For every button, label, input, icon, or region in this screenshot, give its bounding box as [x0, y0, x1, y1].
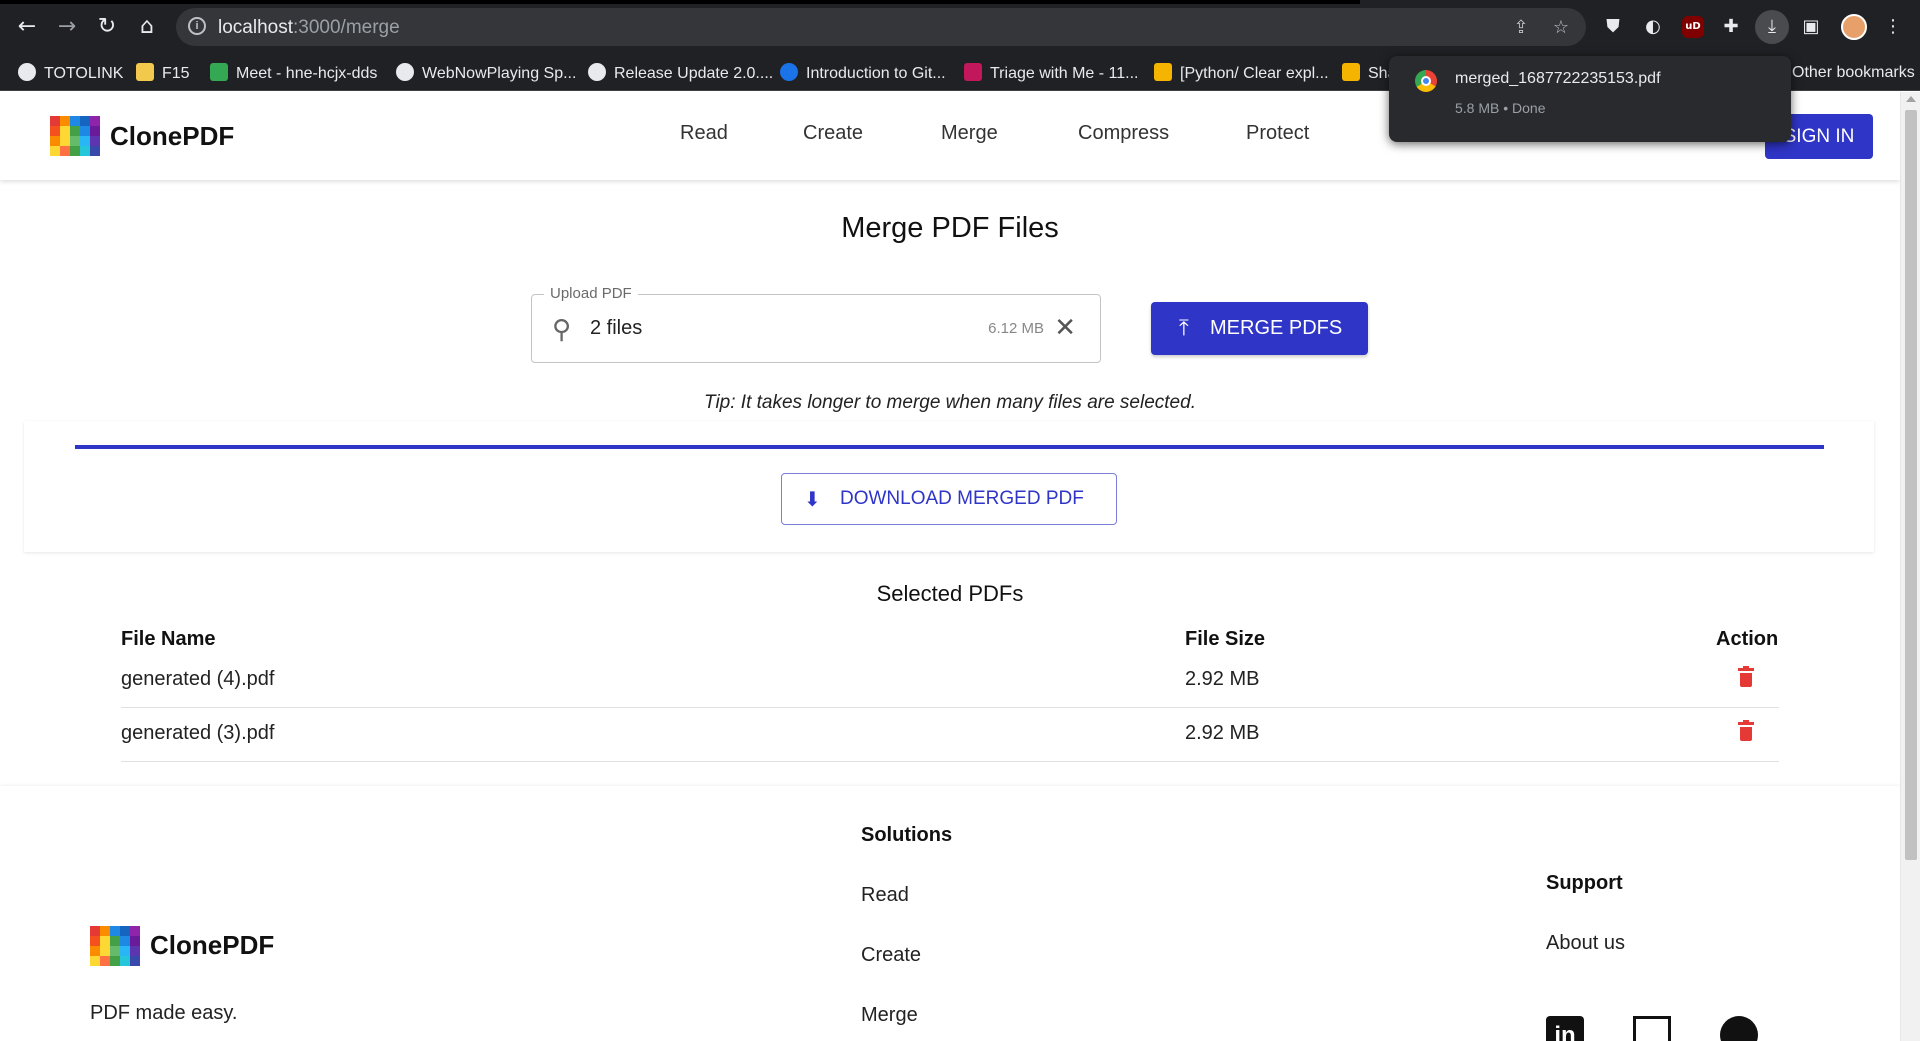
- footer-link-create[interactable]: Create: [861, 944, 921, 967]
- c-logo-icon: [780, 63, 798, 81]
- site-footer: ClonePDF PDF made easy. Solutions Read C…: [0, 786, 1900, 1041]
- web-page: ClonePDF Read Create Merge Compress Prot…: [0, 92, 1920, 1041]
- bookmark-item[interactable]: TOTOLINK: [18, 63, 123, 83]
- globe-icon: [18, 63, 36, 81]
- lightning-icon: [1154, 63, 1172, 81]
- logo-icon[interactable]: [50, 116, 100, 156]
- footer-brand: ClonePDF: [150, 930, 275, 960]
- mail-icon[interactable]: [1633, 1016, 1671, 1041]
- upload-label: Upload PDF: [544, 285, 638, 302]
- trash-icon[interactable]: [1738, 720, 1754, 744]
- bookmark-item[interactable]: Introduction to Git...: [780, 63, 946, 83]
- download-icon[interactable]: ⤓: [1755, 10, 1789, 44]
- nav-merge[interactable]: Merge: [941, 122, 998, 145]
- page-title: Merge PDF Files: [841, 212, 1059, 244]
- translate-extension-icon[interactable]: ◐: [1640, 14, 1666, 40]
- url-text: localhost:3000/merge: [218, 17, 400, 38]
- scroll-up-arrow-icon[interactable]: [1906, 96, 1916, 102]
- bookmark-item[interactable]: WebNowPlaying Sp...: [396, 63, 576, 83]
- upload-size: 6.12 MB: [988, 320, 1044, 337]
- extensions-puzzle-icon[interactable]: ✚: [1718, 14, 1744, 40]
- file-size-cell: 2.92 MB: [1185, 722, 1260, 744]
- reload-icon[interactable]: ↻: [92, 12, 122, 42]
- column-header-action: Action: [1716, 628, 1779, 650]
- merge-tip: Tip: It takes longer to merge when many …: [704, 392, 1196, 413]
- site-info-icon[interactable]: i: [188, 17, 206, 35]
- merge-button-label: MERGE PDFS: [1210, 317, 1343, 339]
- chrome-file-icon: [1415, 70, 1437, 92]
- merge-pdfs-button[interactable]: ⤒ MERGE PDFS: [1151, 302, 1368, 355]
- footer-link-read[interactable]: Read: [861, 884, 909, 907]
- file-name-cell: generated (3).pdf: [121, 722, 275, 744]
- download-merged-button[interactable]: ⬇ DOWNLOAD MERGED PDF: [781, 473, 1117, 525]
- file-size-cell: 2.92 MB: [1185, 668, 1260, 690]
- github-icon: [588, 63, 606, 81]
- table-row: generated (3).pdf 2.92 MB: [121, 708, 1779, 762]
- bookmark-item[interactable]: F15: [136, 63, 190, 83]
- page-scrollbar[interactable]: [1900, 92, 1920, 1041]
- linkedin-icon[interactable]: in: [1546, 1016, 1584, 1041]
- tab-strip-edge: [0, 0, 1360, 4]
- result-card: ⬇ DOWNLOAD MERGED PDF: [24, 421, 1874, 552]
- upload-pdf-field[interactable]: Upload PDF ⚲ 2 files 6.12 MB ✕: [531, 285, 1101, 363]
- nav-protect[interactable]: Protect: [1246, 122, 1309, 145]
- back-arrow-icon[interactable]: ←: [12, 12, 42, 42]
- forward-arrow-icon[interactable]: →: [52, 12, 82, 42]
- footer-support-title: Support: [1546, 872, 1623, 894]
- footer-link-merge[interactable]: Merge: [861, 1004, 918, 1027]
- share-icon[interactable]: ⇪: [1510, 17, 1532, 39]
- download-button-label: DOWNLOAD MERGED PDF: [840, 488, 1084, 509]
- file-name-cell: generated (4).pdf: [121, 668, 275, 690]
- footer-solutions-title: Solutions: [861, 824, 953, 846]
- bookmark-item[interactable]: Triage with Me - 11...: [964, 63, 1139, 83]
- bookmark-item[interactable]: Release Update 2.0....: [588, 63, 773, 83]
- nav-read[interactable]: Read: [680, 122, 728, 145]
- footer-tagline: PDF made easy.: [90, 1002, 238, 1024]
- column-header-file-size: File Size: [1185, 628, 1266, 650]
- table-row: generated (4).pdf 2.92 MB: [121, 654, 1779, 708]
- download-filename[interactable]: merged_1687722235153.pdf: [1455, 70, 1661, 88]
- close-icon[interactable]: ✕: [1054, 313, 1076, 343]
- address-bar[interactable]: i localhost:3000/merge ⇪ ☆: [176, 8, 1586, 46]
- column-header-file-name: File Name: [121, 628, 216, 650]
- profile-avatar[interactable]: [1841, 14, 1867, 40]
- home-icon[interactable]: ⌂: [132, 12, 162, 42]
- bookmark-item[interactable]: [Python/ Clear expl...: [1154, 63, 1329, 83]
- folder-icon: [136, 63, 154, 81]
- side-panel-icon[interactable]: ▣: [1798, 14, 1824, 40]
- shield-extension-icon[interactable]: ⛊: [1600, 14, 1626, 40]
- meet-icon: [210, 63, 228, 81]
- download-status: 5.8 MB • Done: [1455, 100, 1546, 116]
- bookmark-item[interactable]: Meet - hne-hcjx-dds: [210, 63, 377, 83]
- progress-bar: [75, 445, 1824, 449]
- paperclip-icon: ⚲: [552, 315, 572, 345]
- upload-value: 2 files: [590, 317, 643, 339]
- triage-icon: [964, 63, 982, 81]
- bookmark-star-icon[interactable]: ☆: [1550, 17, 1572, 39]
- footer-link-about[interactable]: About us: [1546, 932, 1625, 955]
- footer-logo-icon: [90, 926, 140, 966]
- menu-kebab-icon[interactable]: ⋮: [1880, 14, 1906, 40]
- github-icon: [396, 63, 414, 81]
- other-bookmarks[interactable]: Other bookmarks: [1792, 63, 1915, 83]
- nav-compress[interactable]: Compress: [1078, 122, 1169, 145]
- nav-create[interactable]: Create: [803, 122, 863, 145]
- download-icon: ⬇: [804, 487, 821, 511]
- selected-pdfs-title: Selected PDFs: [876, 581, 1024, 606]
- ublock-extension-icon[interactable]: uD: [1682, 16, 1704, 38]
- github-icon[interactable]: [1720, 1016, 1758, 1041]
- browser-toolbar: ← → ↻ ⌂ i localhost:3000/merge ⇪ ☆ ⛊ ◐ u…: [0, 0, 1920, 55]
- lightning-icon: [1342, 63, 1360, 81]
- merge-icon: ⤒: [1179, 316, 1189, 341]
- scrollbar-thumb[interactable]: [1905, 110, 1917, 860]
- download-bubble[interactable]: merged_1687722235153.pdf 5.8 MB • Done: [1389, 56, 1791, 142]
- trash-icon[interactable]: [1738, 666, 1754, 690]
- brand-name[interactable]: ClonePDF: [110, 121, 234, 152]
